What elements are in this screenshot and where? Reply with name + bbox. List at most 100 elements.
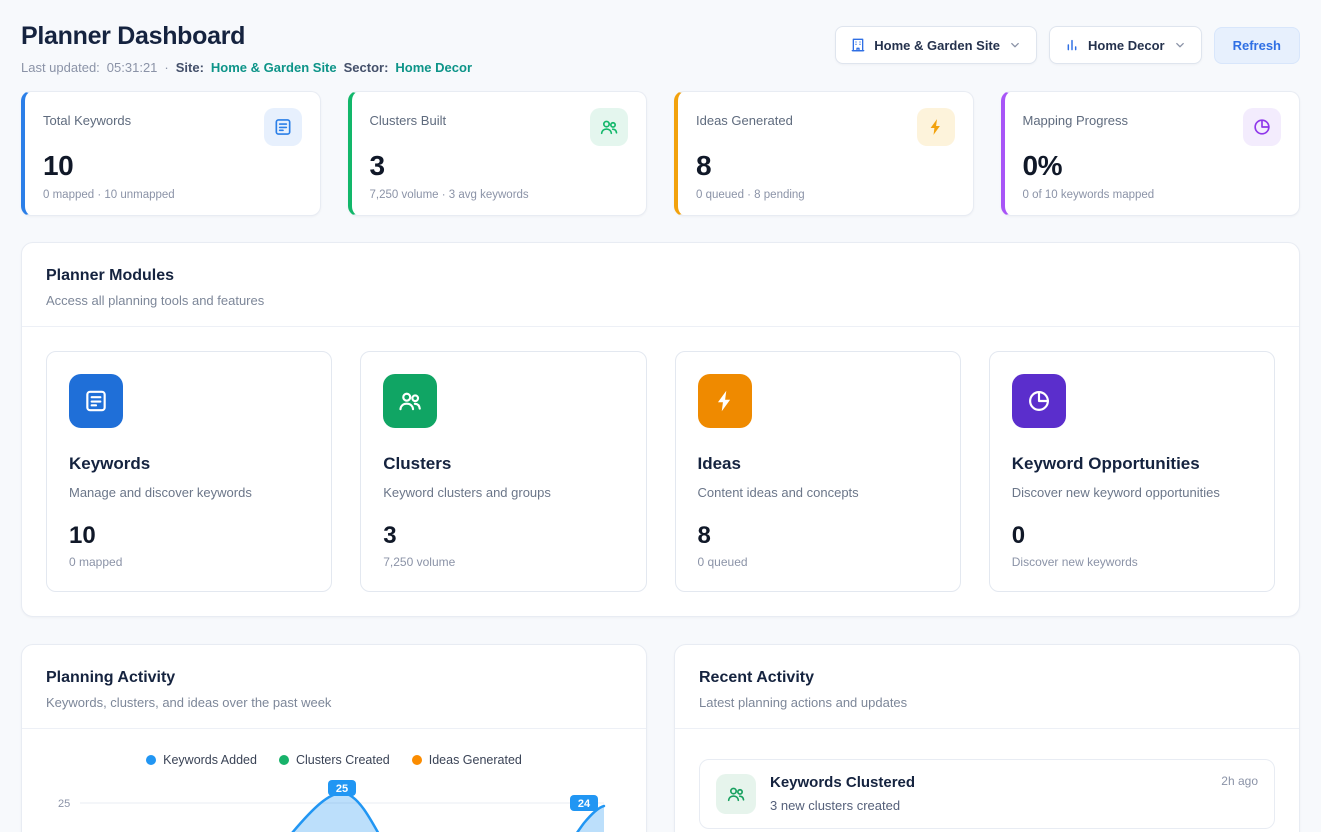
planning-activity-card: Planning Activity Keywords, clusters, an… <box>21 644 647 832</box>
module-detail: 7,250 volume <box>383 555 623 569</box>
module-title: Ideas <box>698 454 938 474</box>
chevron-down-icon <box>1173 38 1187 52</box>
stat-card-mapping-progress: Mapping Progress 0% 0 of 10 keywords map… <box>1001 91 1301 216</box>
module-detail: Discover new keywords <box>1012 555 1252 569</box>
header-actions: Home & Garden Site Home Decor Refresh <box>835 26 1300 64</box>
last-updated-value: 05:31:21 <box>107 60 158 75</box>
legend-label: Ideas Generated <box>429 753 522 767</box>
activity-item-body: Keywords Clustered 3 new clusters create… <box>770 774 1207 813</box>
stat-detail: 0 queued · 8 pending <box>696 189 955 201</box>
panel-title: Planner Modules <box>46 267 1275 285</box>
planner-modules-panel: Planner Modules Access all planning tool… <box>21 242 1300 617</box>
module-detail: 0 queued <box>698 555 938 569</box>
card-title: Recent Activity <box>699 669 1275 687</box>
planner-dashboard-page: Planner Dashboard Last updated: 05:31:21… <box>0 0 1321 832</box>
refresh-button[interactable]: Refresh <box>1214 27 1300 64</box>
panel-subtitle: Access all planning tools and features <box>46 293 1275 308</box>
stat-label: Mapping Progress <box>1023 108 1129 128</box>
stat-label: Ideas Generated <box>696 108 793 128</box>
page-header: Planner Dashboard Last updated: 05:31:21… <box>21 22 1300 75</box>
bar-chart-icon <box>1064 37 1080 53</box>
activity-item-description: 3 new clusters created <box>770 798 1207 813</box>
svg-text:24: 24 <box>578 798 591 810</box>
module-card-keyword-opportunities[interactable]: Keyword Opportunities Discover new keywo… <box>989 351 1275 592</box>
module-title: Clusters <box>383 454 623 474</box>
module-title: Keyword Opportunities <box>1012 454 1252 474</box>
last-updated-label: Last updated: <box>21 60 100 75</box>
lightning-icon <box>917 108 955 146</box>
stat-value: 0% <box>1023 150 1282 182</box>
data-point-badge-24: 24 <box>570 795 598 811</box>
module-description: Keyword clusters and groups <box>383 485 623 500</box>
site-selector-label: Home & Garden Site <box>874 38 1000 53</box>
activity-item-timestamp: 2h ago <box>1221 774 1258 788</box>
stat-card-ideas-generated: Ideas Generated 8 0 queued · 8 pending <box>674 91 974 216</box>
stat-label: Clusters Built <box>370 108 447 128</box>
stat-value: 8 <box>696 150 955 182</box>
header-meta-line: Last updated: 05:31:21 · Site: Home & Ga… <box>21 60 472 75</box>
activity-item-title: Keywords Clustered <box>770 774 1207 791</box>
module-value: 10 <box>69 522 309 550</box>
legend-item-ideas-generated[interactable]: Ideas Generated <box>412 753 522 767</box>
module-value: 3 <box>383 522 623 550</box>
site-link[interactable]: Home & Garden Site <box>211 60 337 75</box>
module-description: Discover new keyword opportunities <box>1012 485 1252 500</box>
lightning-icon <box>698 374 752 428</box>
stat-label: Total Keywords <box>43 108 131 128</box>
module-value: 8 <box>698 522 938 550</box>
site-selector-dropdown[interactable]: Home & Garden Site <box>835 26 1037 64</box>
card-subtitle: Keywords, clusters, and ideas over the p… <box>46 695 622 710</box>
stat-value: 3 <box>370 150 629 182</box>
module-title: Keywords <box>69 454 309 474</box>
pie-chart-icon <box>1243 108 1281 146</box>
modules-grid: Keywords Manage and discover keywords 10… <box>46 351 1275 592</box>
legend-dot-icon <box>146 755 156 765</box>
activity-list-item: Keywords Clustered 3 new clusters create… <box>699 759 1275 829</box>
stat-card-clusters-built: Clusters Built 3 7,250 volume · 3 avg ke… <box>348 91 648 216</box>
divider <box>22 728 646 729</box>
recent-activity-card: Recent Activity Latest planning actions … <box>674 644 1300 832</box>
y-axis-tick-label: 25 <box>58 798 70 810</box>
pie-chart-icon <box>1012 374 1066 428</box>
document-icon <box>264 108 302 146</box>
legend-item-clusters-created[interactable]: Clusters Created <box>279 753 390 767</box>
module-card-keywords[interactable]: Keywords Manage and discover keywords 10… <box>46 351 332 592</box>
meta-separator: · <box>164 60 168 75</box>
sector-selector-label: Home Decor <box>1088 38 1165 53</box>
chevron-down-icon <box>1008 38 1022 52</box>
keywords-added-area <box>80 793 604 832</box>
sector-selector-dropdown[interactable]: Home Decor <box>1049 26 1202 64</box>
legend-dot-icon <box>279 755 289 765</box>
planning-activity-chart-area: 25 25 24 <box>46 779 622 832</box>
module-description: Content ideas and concepts <box>698 485 938 500</box>
legend-label: Clusters Created <box>296 753 390 767</box>
stat-detail: 7,250 volume · 3 avg keywords <box>370 189 629 201</box>
data-point-badge-25: 25 <box>328 780 356 796</box>
module-card-ideas[interactable]: Ideas Content ideas and concepts 8 0 que… <box>675 351 961 592</box>
stat-card-total-keywords: Total Keywords 10 0 mapped · 10 unmapped <box>21 91 321 216</box>
sector-link[interactable]: Home Decor <box>395 60 472 75</box>
legend-item-keywords-added[interactable]: Keywords Added <box>146 753 257 767</box>
document-icon <box>69 374 123 428</box>
divider <box>675 728 1299 729</box>
stat-detail: 0 of 10 keywords mapped <box>1023 189 1282 201</box>
divider <box>22 326 1299 327</box>
module-value: 0 <box>1012 522 1252 550</box>
stat-detail: 0 mapped · 10 unmapped <box>43 189 302 201</box>
card-subtitle: Latest planning actions and updates <box>699 695 1275 710</box>
users-icon <box>716 774 756 814</box>
users-icon <box>590 108 628 146</box>
sector-label: Sector: <box>344 60 389 75</box>
module-description: Manage and discover keywords <box>69 485 309 500</box>
chart-legend: Keywords Added Clusters Created Ideas Ge… <box>46 753 622 767</box>
legend-dot-icon <box>412 755 422 765</box>
module-detail: 0 mapped <box>69 555 309 569</box>
stats-row: Total Keywords 10 0 mapped · 10 unmapped… <box>21 91 1300 216</box>
module-card-clusters[interactable]: Clusters Keyword clusters and groups 3 7… <box>360 351 646 592</box>
header-left: Planner Dashboard Last updated: 05:31:21… <box>21 22 472 75</box>
bottom-row: Planning Activity Keywords, clusters, an… <box>21 644 1300 832</box>
planning-activity-chart: 25 25 24 <box>46 779 608 832</box>
legend-label: Keywords Added <box>163 753 257 767</box>
building-icon <box>850 37 866 53</box>
site-label: Site: <box>176 60 204 75</box>
